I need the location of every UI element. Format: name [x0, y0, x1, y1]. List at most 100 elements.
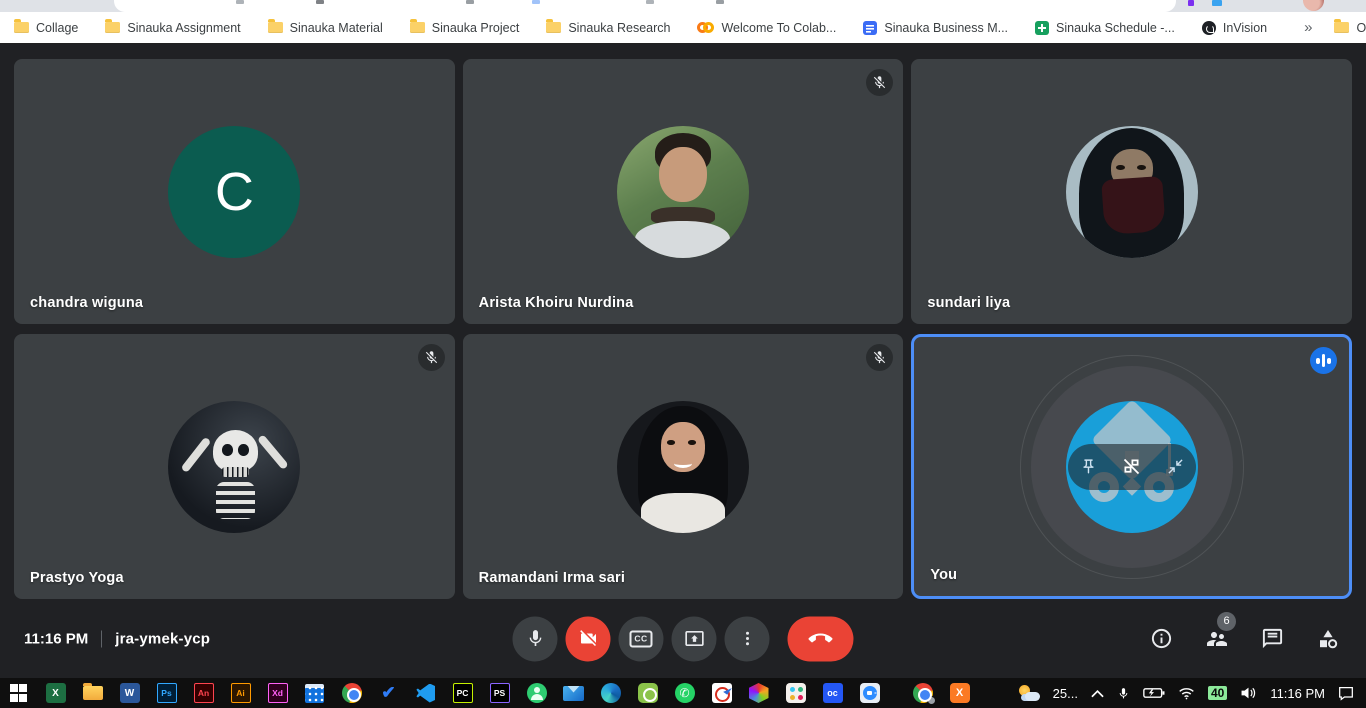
participant-name: sundari liya	[927, 295, 1010, 311]
tray-overflow-chevron[interactable]	[1091, 689, 1104, 698]
bookmark-collage[interactable]: Collage	[14, 21, 78, 35]
tray-battery[interactable]	[1143, 687, 1165, 699]
activities-button[interactable]	[1316, 627, 1340, 651]
tray-volume[interactable]	[1240, 686, 1257, 700]
pin-tile-icon[interactable]	[1080, 458, 1097, 475]
speaker-icon	[1240, 686, 1257, 700]
bookmarks-overflow-chevron[interactable]: »	[1294, 19, 1322, 36]
taskbar-xampp[interactable]: X	[941, 678, 978, 708]
taskbar-photoshop[interactable]: Ps	[148, 678, 185, 708]
battery-charging-icon	[1143, 687, 1165, 699]
avatar-initial: C	[215, 161, 254, 223]
taskbar-file-explorer[interactable]	[74, 678, 111, 708]
oc-app-icon: oc	[823, 683, 843, 703]
taskbar-pycharm[interactable]: PC	[444, 678, 481, 708]
taskbar-video-call-app[interactable]	[851, 678, 888, 708]
taskbar-slack[interactable]	[777, 678, 814, 708]
tray-wifi[interactable]	[1178, 687, 1195, 700]
tray-battery-percent-app[interactable]: 40	[1208, 686, 1227, 700]
animate-icon: An	[194, 683, 214, 703]
taskbar-hexagon-app[interactable]	[740, 678, 777, 708]
taskbar-adobe-xd[interactable]: Xd	[259, 678, 296, 708]
chrome-profile-icon	[913, 683, 933, 703]
present-screen-button[interactable]	[672, 616, 717, 661]
start-button[interactable]	[0, 678, 37, 708]
taskbar-vscode[interactable]	[407, 678, 444, 708]
captions-button[interactable]: CC	[619, 616, 664, 661]
weather-temperature[interactable]: 25...	[1053, 686, 1078, 701]
tile-arista-khoiru-nurdina[interactable]: Arista Khoiru Nurdina	[463, 59, 904, 324]
taskbar-red-swirl-app[interactable]	[703, 678, 740, 708]
tile-ramandani-irma-sari[interactable]: Ramandani Irma sari	[463, 334, 904, 599]
taskbar-chrome-running[interactable]	[904, 678, 941, 708]
folder-icon	[268, 22, 283, 33]
bookmark-label: Sinauka Business M...	[884, 21, 1008, 35]
taskbar-oc-app[interactable]: oc	[814, 678, 851, 708]
bookmark-sinauka-assignment[interactable]: Sinauka Assignment	[105, 21, 240, 35]
bookmark-sinauka-project[interactable]: Sinauka Project	[410, 21, 520, 35]
remove-from-layout-icon[interactable]	[1121, 456, 1142, 477]
taskbar-edge[interactable]	[592, 678, 629, 708]
green-profile-icon	[527, 683, 547, 703]
folder-icon	[14, 22, 29, 33]
profile-badge	[927, 696, 936, 705]
weather-icon	[1018, 685, 1040, 701]
slack-icon	[786, 683, 806, 703]
bookmark-sinauka-schedule[interactable]: Sinauka Schedule -...	[1035, 21, 1175, 35]
taskbar-mail[interactable]	[555, 678, 592, 708]
tile-sundari-liya[interactable]: sundari liya	[911, 59, 1352, 324]
bookmark-label: Sinauka Research	[568, 21, 670, 35]
screen: Collage Sinauka Assignment Sinauka Mater…	[0, 0, 1366, 708]
taskbar-illustrator[interactable]: Ai	[222, 678, 259, 708]
address-bar-partial[interactable]	[114, 0, 1176, 12]
camera-off-button[interactable]	[566, 616, 611, 661]
tile-prastyo-yoga[interactable]: Prastyo Yoga	[14, 334, 455, 599]
tile-chandra-wiguna[interactable]: C chandra wiguna	[14, 59, 455, 324]
folder-icon	[546, 22, 561, 33]
meeting-details-button[interactable]	[1150, 627, 1173, 650]
weather-widget[interactable]	[1018, 685, 1040, 701]
participant-name: Ramandani Irma sari	[479, 570, 625, 586]
photo-avatar	[168, 401, 300, 533]
taskbar-camera-app[interactable]	[629, 678, 666, 708]
google-sheets-icon	[1035, 21, 1049, 35]
taskbar-animate[interactable]: An	[185, 678, 222, 708]
tray-microphone[interactable]	[1117, 686, 1130, 701]
participants-button[interactable]: 6	[1205, 627, 1229, 651]
other-bookmarks[interactable]: Other bookmarks	[1334, 21, 1366, 35]
bookmark-colab[interactable]: Welcome To Colab...	[697, 21, 836, 35]
taskbar-calendar[interactable]	[296, 678, 333, 708]
bookmark-sinauka-material[interactable]: Sinauka Material	[268, 21, 383, 35]
chat-button[interactable]	[1261, 627, 1284, 650]
info-icon	[1150, 627, 1173, 650]
excel-icon: X	[46, 683, 66, 703]
letter-avatar: C	[168, 126, 300, 258]
notification-icon	[1338, 686, 1354, 701]
calendar-icon	[305, 684, 324, 703]
extension-icon-partial[interactable]	[1212, 0, 1222, 6]
taskbar-phpstorm[interactable]: PS	[481, 678, 518, 708]
minimize-tile-icon[interactable]	[1167, 458, 1184, 475]
leave-call-button[interactable]	[788, 616, 854, 661]
microphone-button[interactable]	[513, 616, 558, 661]
browser-profile-avatar[interactable]	[1303, 0, 1324, 11]
tile-you[interactable]: You	[911, 334, 1352, 599]
bookmark-sinauka-business[interactable]: Sinauka Business M...	[863, 21, 1008, 35]
taskbar-whatsapp[interactable]: ✆	[666, 678, 703, 708]
extension-icon-partial[interactable]	[1188, 0, 1194, 6]
taskbar-green-profile-app[interactable]	[518, 678, 555, 708]
call-controls: CC	[513, 616, 854, 661]
taskbar-blue-check-app[interactable]: ✔	[370, 678, 407, 708]
wifi-icon	[1178, 687, 1195, 700]
taskbar-excel[interactable]: X	[37, 678, 74, 708]
red-swirl-app-icon	[712, 683, 732, 703]
tray-clock[interactable]: 11:16 PM	[1270, 686, 1325, 701]
taskbar-chrome[interactable]	[333, 678, 370, 708]
taskbar-word[interactable]: W	[111, 678, 148, 708]
bookmark-invision[interactable]: InVision	[1202, 21, 1267, 35]
photo-avatar	[617, 401, 749, 533]
toolbar-fragment	[316, 0, 324, 4]
more-options-button[interactable]	[725, 616, 770, 661]
action-center-button[interactable]	[1338, 686, 1354, 701]
bookmark-sinauka-research[interactable]: Sinauka Research	[546, 21, 670, 35]
